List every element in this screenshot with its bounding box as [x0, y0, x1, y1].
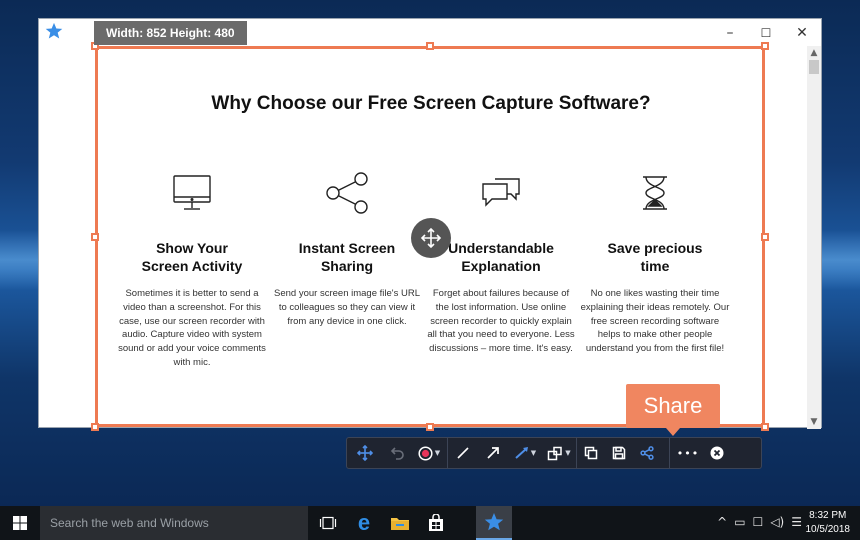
undo-button[interactable]	[383, 437, 411, 469]
store-bag-icon	[429, 514, 443, 531]
battery-icon[interactable]: ▭	[734, 515, 745, 529]
record-button[interactable]: ▼	[411, 437, 447, 469]
star-icon	[484, 513, 504, 531]
copy-button[interactable]	[577, 437, 605, 469]
resize-handle-bottom-right[interactable]	[761, 423, 769, 431]
resize-handle-bottom-left[interactable]	[91, 423, 99, 431]
start-button[interactable]	[0, 506, 40, 540]
taskbar: Search the web and Windows e ^ ▭ ☐ ◁) ☰	[0, 506, 860, 540]
chevron-down-icon: ▼	[565, 449, 571, 457]
taskbar-search-input[interactable]: Search the web and Windows	[40, 506, 308, 540]
edge-browser-icon: e	[357, 510, 371, 535]
save-button[interactable]	[605, 437, 633, 469]
shape-icon	[548, 446, 563, 460]
volume-icon[interactable]: ◁)	[770, 515, 784, 529]
minimize-button[interactable]: –	[715, 23, 745, 43]
move-arrows-icon	[420, 227, 442, 249]
taskbar-explorer-button[interactable]	[382, 506, 418, 540]
resize-handle-right[interactable]	[761, 233, 769, 241]
copy-icon	[584, 446, 598, 460]
task-view-button[interactable]	[310, 506, 346, 540]
notifications-icon[interactable]: ☰	[791, 515, 802, 529]
taskbar-store-button[interactable]	[418, 506, 454, 540]
chevron-up-icon[interactable]: ^	[717, 515, 727, 529]
undo-icon	[390, 447, 404, 460]
marker-icon	[515, 447, 528, 459]
close-icon	[710, 446, 724, 460]
share-button[interactable]	[633, 437, 661, 469]
save-icon	[612, 446, 626, 460]
system-tray: ^ ▭ ☐ ◁) ☰	[717, 515, 802, 529]
chevron-down-icon: ▼	[434, 449, 441, 457]
task-view-icon	[319, 516, 337, 530]
marker-tool-button[interactable]: ▼	[508, 437, 542, 469]
arrow-icon	[487, 447, 499, 459]
folder-icon	[391, 518, 409, 530]
capture-toolbar: ▼ ▼ ▼ •••	[346, 437, 762, 469]
line-icon	[457, 447, 469, 459]
scroll-down-arrow-icon[interactable]: ▼	[807, 415, 821, 429]
arrow-tool-button[interactable]	[478, 437, 508, 469]
clock-date: 10/5/2018	[805, 524, 851, 535]
selection-size-label: Width: 852 Height: 480	[94, 21, 247, 45]
taskbar-capture-app-button[interactable]	[476, 506, 512, 540]
scroll-up-arrow-icon[interactable]: ▲	[807, 46, 821, 60]
shape-tool-button[interactable]: ▼	[542, 437, 576, 469]
resize-handle-bottom[interactable]	[426, 423, 434, 431]
maximize-button[interactable]: ☐	[751, 23, 781, 43]
scroll-thumb[interactable]	[809, 60, 819, 74]
move-icon	[357, 445, 373, 461]
more-icon: •••	[676, 446, 700, 460]
resize-handle-left[interactable]	[91, 233, 99, 241]
taskbar-edge-button[interactable]: e	[346, 506, 382, 540]
move-tool-button[interactable]	[347, 437, 383, 469]
system-clock[interactable]: 8:32 PM 10/5/2018	[806, 509, 851, 537]
chevron-down-icon: ▼	[530, 449, 537, 457]
network-icon[interactable]: ☐	[753, 515, 764, 529]
clock-time: 8:32 PM	[809, 510, 847, 521]
line-tool-button[interactable]	[448, 437, 478, 469]
move-selection-button[interactable]	[411, 218, 451, 258]
close-capture-button[interactable]	[706, 437, 728, 469]
resize-handle-top-right[interactable]	[761, 42, 769, 50]
close-window-button[interactable]: ✕	[787, 23, 817, 43]
windows-logo-icon	[13, 516, 27, 530]
star-icon	[45, 22, 63, 39]
share-icon	[640, 446, 654, 460]
resize-handle-top[interactable]	[426, 42, 434, 50]
record-icon	[418, 445, 433, 461]
share-tooltip: Share	[626, 384, 720, 436]
more-button[interactable]: •••	[670, 437, 706, 469]
